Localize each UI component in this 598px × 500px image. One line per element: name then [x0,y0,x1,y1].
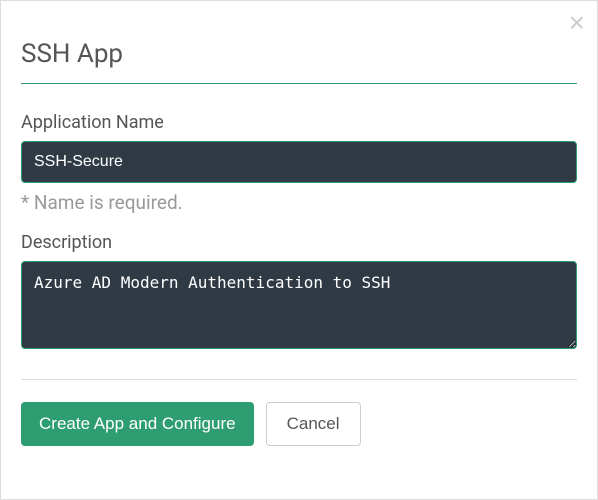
cancel-button[interactable]: Cancel [266,402,361,446]
create-app-button[interactable]: Create App and Configure [21,402,254,446]
button-row: Create App and Configure Cancel [21,402,577,446]
description-input[interactable] [21,261,577,349]
title-divider [21,83,577,84]
dialog-title: SSH App [21,39,577,69]
ssh-app-dialog: × SSH App Application Name * Name is req… [1,1,597,470]
app-name-validation: * Name is required. [21,191,577,214]
app-name-input[interactable] [21,141,577,183]
app-name-label: Application Name [21,112,577,133]
close-button[interactable]: × [569,9,585,37]
description-label: Description [21,232,577,253]
close-icon: × [569,7,585,38]
footer-divider [21,379,577,380]
